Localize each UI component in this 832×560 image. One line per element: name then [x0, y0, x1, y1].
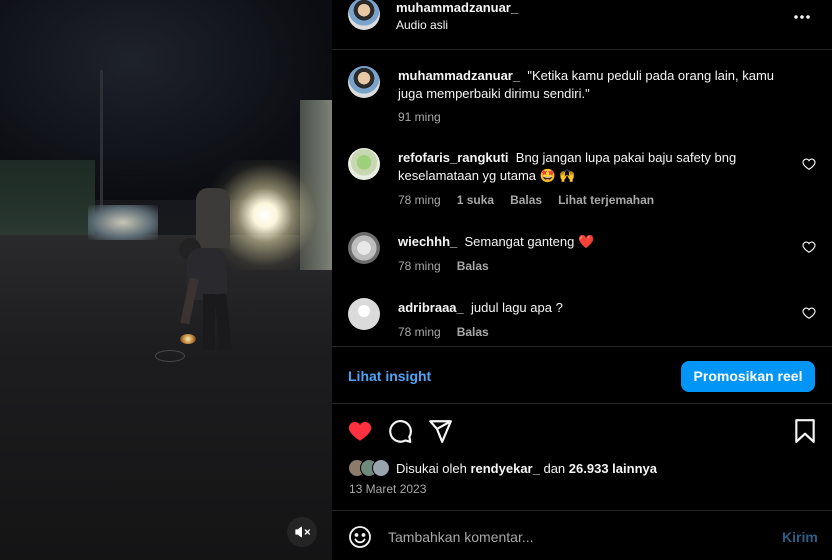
action-bar	[332, 404, 832, 456]
comment-body: judul lagu apa ?	[471, 300, 563, 315]
post-panel: muhammadzanuar_ Audio asli muhammadzanua…	[332, 0, 832, 560]
audio-label[interactable]: Audio asli	[396, 18, 448, 32]
comment-username[interactable]: refofaris_rangkuti	[398, 150, 509, 165]
emoji-icon[interactable]	[348, 525, 372, 549]
heart-icon[interactable]	[802, 240, 816, 254]
heart-icon[interactable]	[802, 306, 816, 320]
avatar[interactable]	[348, 0, 380, 30]
caption-meta: 91 ming	[398, 110, 441, 124]
heart-icon[interactable]	[802, 157, 816, 171]
reply-button[interactable]: Balas	[457, 259, 489, 273]
caption-username[interactable]: muhammadzanuar_	[398, 68, 520, 83]
promote-reel-button[interactable]: Promosikan reel	[681, 361, 815, 392]
reel-video[interactable]	[0, 0, 332, 560]
post-header: muhammadzanuar_ Audio asli	[332, 0, 832, 50]
avatar[interactable]	[372, 459, 390, 477]
caption-text: muhammadzanuar_ "Ketika kamu peduli pada…	[398, 67, 798, 103]
translate-button[interactable]: Lihat terjemahan	[558, 193, 654, 207]
insight-bar: Lihat insight Promosikan reel	[332, 346, 832, 404]
avatar[interactable]	[348, 298, 380, 330]
likes-count[interactable]: 26.933 lainnya	[569, 461, 657, 476]
comment-text: wiechhh_ Semangat ganteng ❤️	[398, 233, 798, 251]
comment-text: adribraaa_ judul lagu apa ?	[398, 299, 798, 317]
comment-box: Kirim	[332, 510, 832, 560]
reply-button[interactable]: Balas	[510, 193, 542, 207]
comment-likes[interactable]: 1 suka	[457, 193, 494, 207]
bookmark-icon[interactable]	[792, 418, 818, 444]
comment-item: adribraaa_ judul lagu apa ? 78 ming Bala…	[332, 298, 832, 342]
header-username[interactable]: muhammadzanuar_	[396, 0, 518, 15]
comment-username[interactable]: adribraaa_	[398, 300, 464, 315]
comment-meta: 78 ming Balas	[398, 259, 489, 273]
comment-time[interactable]: 78 ming	[398, 325, 441, 339]
comment-username[interactable]: wiechhh_	[398, 234, 457, 249]
heart-icon[interactable]	[347, 418, 373, 444]
comment-item: wiechhh_ Semangat ganteng ❤️ 78 ming Bal…	[332, 232, 832, 276]
liked-by: Disukai oleh rendyekar_ dan 26.933 lainn…	[348, 458, 657, 478]
view-insights-link[interactable]: Lihat insight	[348, 368, 431, 384]
avatar[interactable]	[348, 148, 380, 180]
comment-input[interactable]	[388, 525, 768, 549]
post-date[interactable]: 13 Maret 2023	[349, 482, 426, 496]
comment-meta: 78 ming Balas	[398, 325, 489, 339]
likes-prefix: Disukai oleh	[396, 460, 467, 476]
likes-user[interactable]: rendyekar_	[470, 461, 539, 476]
muted-speaker-icon	[295, 526, 310, 538]
comment-text: refofaris_rangkuti Bng jangan lupa pakai…	[398, 149, 778, 185]
more-horizontal-icon	[794, 15, 810, 19]
comment-icon[interactable]	[387, 418, 413, 444]
video-stall	[88, 205, 158, 240]
comment-meta: 78 ming 1 suka Balas Lihat terjemahan	[398, 193, 654, 207]
video-road	[0, 235, 332, 560]
video-building	[0, 160, 95, 245]
comment-body: Semangat ganteng ❤️	[464, 234, 595, 249]
comment-time[interactable]: 78 ming	[398, 259, 441, 273]
caption-time[interactable]: 91 ming	[398, 110, 441, 124]
comment-item: refofaris_rangkuti Bng jangan lupa pakai…	[332, 148, 832, 212]
share-icon[interactable]	[427, 418, 453, 444]
likes-and: dan	[543, 460, 566, 476]
likes-text: Disukai oleh rendyekar_ dan 26.933 lainn…	[396, 461, 657, 476]
comment-time[interactable]: 78 ming	[398, 193, 441, 207]
video-light-object	[180, 334, 196, 344]
video-road-mark	[155, 350, 185, 362]
avatar[interactable]	[348, 232, 380, 264]
mute-button[interactable]	[287, 517, 317, 547]
reply-button[interactable]: Balas	[457, 325, 489, 339]
post-comment-button[interactable]: Kirim	[782, 529, 818, 545]
caption: muhammadzanuar_ "Ketika kamu peduli pada…	[332, 66, 832, 128]
more-options-button[interactable]	[790, 4, 814, 24]
avatar[interactable]	[348, 66, 380, 98]
